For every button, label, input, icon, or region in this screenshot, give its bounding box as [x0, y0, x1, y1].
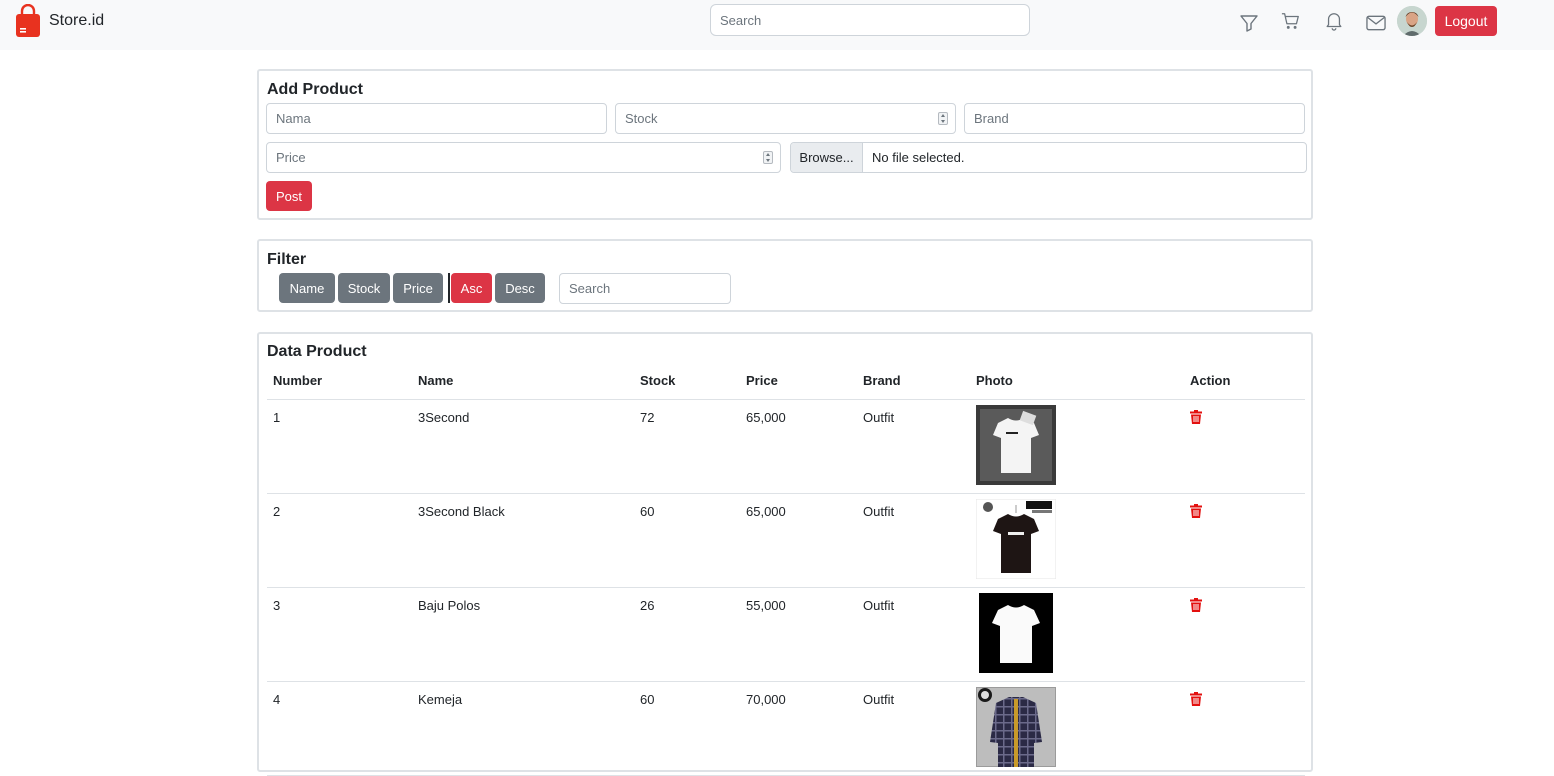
sort-name-button[interactable]: Name	[279, 273, 335, 303]
column-header-photo: Photo	[970, 362, 1184, 400]
column-header-action: Action	[1184, 362, 1305, 400]
filter-title: Filter	[267, 251, 307, 268]
cell-price: 70,000	[740, 681, 857, 776]
sort-stock-button[interactable]: Stock	[338, 273, 390, 303]
stock-spinner-icon[interactable]	[938, 112, 948, 125]
button-divider	[448, 273, 450, 303]
delete-trash-icon[interactable]	[1190, 409, 1202, 424]
photo-file-input[interactable]: Browse... No file selected.	[790, 142, 1307, 173]
delete-trash-icon[interactable]	[1190, 597, 1202, 612]
column-header-name: Name	[412, 362, 634, 400]
cell-photo	[970, 681, 1184, 776]
cell-number: 2	[267, 493, 412, 588]
cell-price: 55,000	[740, 587, 857, 682]
brand-name: Store.id	[49, 12, 105, 29]
cell-name: Kemeja	[412, 681, 634, 776]
cell-number: 4	[267, 681, 412, 776]
cell-price: 65,000	[740, 399, 857, 494]
user-avatar[interactable]	[1397, 6, 1427, 36]
cell-photo	[970, 399, 1184, 494]
product-photo-black-tshirt[interactable]	[976, 498, 1056, 579]
product-photo-plain-tshirt[interactable]	[976, 592, 1056, 673]
cell-stock: 72	[634, 399, 740, 494]
column-header-number: Number	[267, 362, 412, 400]
cell-brand: Outfit	[857, 493, 970, 588]
delete-trash-icon[interactable]	[1190, 691, 1202, 706]
cell-stock: 60	[634, 681, 740, 776]
price-spinner-icon[interactable]	[763, 151, 773, 164]
cell-number: 1	[267, 399, 412, 494]
add-product-card: Add Product Browse... No file selected. …	[257, 69, 1313, 220]
cell-action	[1184, 587, 1305, 682]
product-price-input[interactable]	[266, 142, 781, 173]
cell-name: 3Second Black	[412, 493, 634, 588]
product-photo-white-tshirt[interactable]	[976, 404, 1056, 485]
cell-stock: 26	[634, 587, 740, 682]
sort-asc-button[interactable]: Asc	[451, 273, 492, 303]
product-stock-input[interactable]	[615, 103, 956, 134]
cart-icon[interactable]	[1281, 11, 1301, 31]
cell-price: 65,000	[740, 493, 857, 588]
cell-action	[1184, 399, 1305, 494]
cell-brand: Outfit	[857, 399, 970, 494]
filter-card: Filter Name Stock Price Asc Desc	[257, 239, 1313, 312]
post-button[interactable]: Post	[266, 181, 312, 211]
filter-icon[interactable]	[1239, 13, 1259, 33]
cell-brand: Outfit	[857, 587, 970, 682]
column-header-price: Price	[740, 362, 857, 400]
cell-name: 3Second	[412, 399, 634, 494]
table-row: 1 3Second 72 65,000 Outfit	[267, 399, 1305, 494]
data-product-card: Data Product Number Name Stock Price Bra…	[257, 332, 1313, 776]
file-status-text: No file selected.	[872, 150, 965, 165]
table-row: 3 Baju Polos 26 55,000 Outfit	[267, 587, 1305, 682]
product-name-input[interactable]	[266, 103, 607, 134]
price-input-wrapper	[266, 142, 781, 173]
cell-number: 3	[267, 587, 412, 682]
top-navbar: Store.id Logout	[0, 0, 1554, 50]
product-table: Number Name Stock Price Brand Photo Acti…	[267, 362, 1305, 776]
sort-desc-button[interactable]: Desc	[495, 273, 545, 303]
column-header-brand: Brand	[857, 362, 970, 400]
product-photo-flannel-shirt[interactable]	[976, 686, 1056, 767]
cell-name: Baju Polos	[412, 587, 634, 682]
avatar-image	[1397, 6, 1427, 36]
table-row: 4 Kemeja 60 70,000 Outfit	[267, 681, 1305, 776]
navbar-search-input[interactable]	[710, 4, 1030, 36]
stock-input-wrapper	[615, 103, 956, 134]
logout-button[interactable]: Logout	[1435, 6, 1497, 36]
sort-price-button[interactable]: Price	[393, 273, 443, 303]
cell-brand: Outfit	[857, 681, 970, 776]
shopping-bag-icon	[16, 4, 40, 37]
table-header-row: Number Name Stock Price Brand Photo Acti…	[267, 362, 1305, 400]
bell-icon[interactable]	[1324, 11, 1344, 31]
product-brand-input[interactable]	[964, 103, 1305, 134]
add-product-title: Add Product	[267, 81, 363, 98]
mail-icon[interactable]	[1366, 13, 1386, 33]
brand[interactable]: Store.id	[15, 4, 104, 38]
cell-stock: 60	[634, 493, 740, 588]
cell-action	[1184, 493, 1305, 588]
cell-photo	[970, 493, 1184, 588]
browse-button[interactable]: Browse...	[791, 143, 863, 172]
filter-search-input[interactable]	[559, 273, 731, 304]
cell-action	[1184, 681, 1305, 776]
column-header-stock: Stock	[634, 362, 740, 400]
delete-trash-icon[interactable]	[1190, 503, 1202, 518]
table-row: 2 3Second Black 60 65,000 Outfit	[267, 493, 1305, 588]
data-product-title: Data Product	[267, 343, 367, 360]
cell-photo	[970, 587, 1184, 682]
